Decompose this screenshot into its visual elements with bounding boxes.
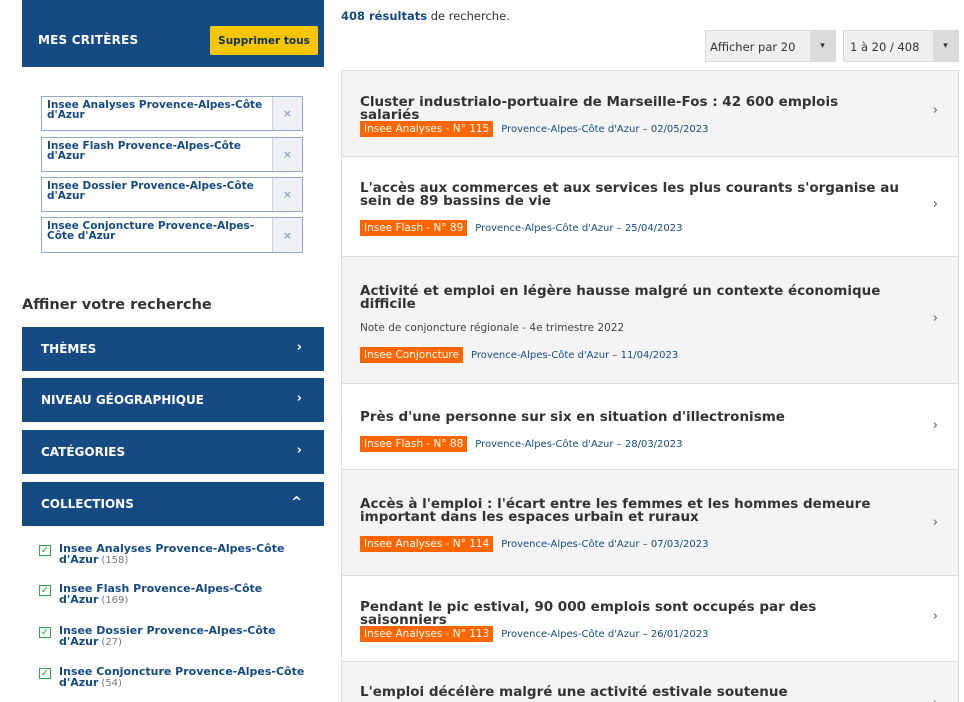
facet-label: THÈMES: [41, 342, 97, 356]
remove-criteria-icon[interactable]: ×: [272, 97, 302, 130]
result-card[interactable]: Près d'une personne sur six en situation…: [341, 383, 959, 470]
facet-categories[interactable]: CATÉGORIES ›: [22, 430, 324, 474]
collection-badge: Insee Flash - N° 88: [360, 436, 468, 452]
result-region-date: Provence-Alpes-Côte d'Azur – 28/03/2023: [475, 438, 683, 450]
result-region-date: Provence-Alpes-Côte d'Azur – 07/03/2023: [501, 538, 709, 550]
collection-badge: Insee Analyses - N° 113: [360, 626, 494, 642]
result-region-date: Provence-Alpes-Côte d'Azur – 25/04/2023: [475, 222, 683, 234]
remove-criteria-icon[interactable]: ×: [272, 178, 302, 211]
checkbox-checked-icon[interactable]: ✓: [39, 585, 51, 596]
facet-collections[interactable]: COLLECTIONS ^: [22, 482, 324, 526]
result-meta: Insee Conjoncture Provence-Alpes-Côte d'…: [360, 347, 678, 363]
page: MES CRITÈRES Supprimer tous Insee Analys…: [0, 0, 964, 702]
result-title[interactable]: Pendant le pic estival, 90 000 emplois s…: [360, 600, 900, 627]
criteria-tag-label: Insee Flash Provence-Alpes-Côte d'Azur: [47, 140, 242, 162]
clear-all-button[interactable]: Supprimer tous: [210, 26, 318, 55]
criteria-tag-label: Insee Analyses Provence-Alpes-Côte d'Azu…: [47, 99, 263, 121]
result-title[interactable]: Près d'une personne sur six en situation…: [360, 410, 900, 424]
checkbox-checked-icon[interactable]: ✓: [39, 545, 51, 556]
chevron-right-icon: ›: [296, 443, 302, 458]
result-title[interactable]: Accès à l'emploi : l'écart entre les fem…: [360, 497, 900, 524]
collection-count: (169): [101, 595, 129, 606]
result-card[interactable]: Accès à l'emploi : l'écart entre les fem…: [341, 469, 959, 576]
collection-count: (54): [101, 678, 122, 689]
criteria-title: MES CRITÈRES: [38, 33, 139, 47]
result-title[interactable]: L'accès aux commerces et aux services le…: [360, 181, 900, 208]
result-card[interactable]: Activité et emploi en légère hausse malg…: [341, 256, 959, 384]
result-title[interactable]: Activité et emploi en légère hausse malg…: [360, 284, 900, 311]
collection-label: Insee Flash Provence-Alpes-Côte d'Azur: [59, 582, 263, 606]
result-subtitle: Note de conjoncture régionale - 4e trime…: [360, 322, 625, 334]
facet-label: COLLECTIONS: [41, 497, 134, 511]
chevron-right-icon: ›: [932, 515, 938, 530]
chevron-down-icon: ▾: [810, 31, 835, 61]
collection-badge: Insee Conjoncture: [360, 347, 463, 363]
checkbox-checked-icon[interactable]: ✓: [39, 668, 51, 679]
pagination-value: 1 à 20 / 408: [850, 40, 920, 54]
criteria-header: MES CRITÈRES Supprimer tous: [22, 0, 324, 67]
per-page-value: Afficher par 20: [710, 40, 796, 54]
collection-count: (158): [101, 555, 129, 566]
results-count-suffix: de recherche.: [427, 9, 510, 23]
result-meta: Insee Analyses - N° 114 Provence-Alpes-C…: [360, 536, 708, 552]
criteria-tags: Insee Analyses Provence-Alpes-Côte d'Azu…: [22, 67, 324, 277]
result-region-date: Provence-Alpes-Côte d'Azur – 02/05/2023: [501, 123, 709, 135]
result-card[interactable]: L'accès aux commerces et aux services le…: [341, 156, 959, 257]
result-meta: Insee Flash - N° 89 Provence-Alpes-Côte …: [360, 220, 683, 236]
result-meta: Insee Analyses - N° 115 Provence-Alpes-C…: [360, 121, 708, 137]
remove-criteria-icon[interactable]: ×: [272, 218, 302, 252]
checkbox-checked-icon[interactable]: ✓: [39, 627, 51, 638]
chevron-up-icon: ^: [291, 495, 302, 510]
result-title[interactable]: Cluster industrialo-portuaire de Marseil…: [360, 95, 900, 122]
criteria-tag: Insee Analyses Provence-Alpes-Côte d'Azu…: [41, 96, 303, 131]
result-card[interactable]: Pendant le pic estival, 90 000 emplois s…: [341, 575, 959, 662]
criteria-tag-label: Insee Conjoncture Provence-Alpes-Côte d'…: [47, 220, 255, 242]
criteria-tag: Insee Flash Provence-Alpes-Côte d'Azur ×: [41, 137, 303, 172]
chevron-right-icon: ›: [932, 197, 938, 212]
chevron-right-icon: ›: [932, 103, 938, 118]
result-title[interactable]: L'emploi décélère malgré une activité es…: [360, 685, 900, 699]
collection-label: Insee Analyses Provence-Alpes-Côte d'Azu…: [59, 542, 285, 566]
refine-title: Affiner votre recherche: [22, 297, 212, 313]
result-region-date: Provence-Alpes-Côte d'Azur – 11/04/2023: [470, 349, 679, 361]
chevron-down-icon: ▾: [933, 31, 958, 61]
pagination-select[interactable]: 1 à 20 / 408 ▾: [843, 30, 959, 62]
result-meta: Insee Analyses - N° 113 Provence-Alpes-C…: [360, 626, 708, 642]
criteria-tag: Insee Dossier Provence-Alpes-Côte d'Azur…: [41, 177, 303, 212]
chevron-right-icon: ›: [933, 696, 938, 702]
result-region-date: Provence-Alpes-Côte d'Azur – 26/01/2023: [501, 628, 709, 640]
result-card[interactable]: Cluster industrialo-portuaire de Marseil…: [341, 70, 959, 157]
collection-count: (27): [101, 637, 122, 648]
results-list: Cluster industrialo-portuaire de Marseil…: [341, 70, 959, 702]
facet-geographic-level[interactable]: NIVEAU GÉOGRAPHIQUE ›: [22, 378, 324, 422]
collection-label: Insee Dossier Provence-Alpes-Côte d'Azur: [59, 624, 276, 648]
result-card[interactable]: L'emploi décélère malgré une activité es…: [341, 661, 959, 702]
chevron-right-icon: ›: [296, 391, 302, 406]
criteria-tag: Insee Conjoncture Provence-Alpes-Côte d'…: [41, 217, 303, 253]
criteria-panel: MES CRITÈRES Supprimer tous Insee Analys…: [22, 0, 324, 277]
chevron-right-icon: ›: [932, 311, 938, 326]
facet-themes[interactable]: THÈMES ›: [22, 327, 324, 371]
criteria-tag-label: Insee Dossier Provence-Alpes-Côte d'Azur: [47, 180, 254, 202]
results-count-number[interactable]: 408 résultats: [341, 9, 427, 23]
per-page-select[interactable]: Afficher par 20 ▾: [705, 30, 836, 62]
collection-badge: Insee Analyses - N° 115: [360, 121, 494, 137]
collection-badge: Insee Flash - N° 89: [360, 220, 468, 236]
results-count: 408 résultats de recherche.: [341, 9, 510, 23]
chevron-right-icon: ›: [296, 340, 302, 355]
result-meta: Insee Flash - N° 88 Provence-Alpes-Côte …: [360, 436, 683, 452]
chevron-right-icon: ›: [932, 609, 938, 624]
collections-list: ✓ Insee Analyses Provence-Alpes-Côte d'A…: [22, 526, 324, 702]
facet-label: NIVEAU GÉOGRAPHIQUE: [41, 393, 204, 407]
chevron-right-icon: ›: [932, 418, 938, 433]
remove-criteria-icon[interactable]: ×: [272, 138, 302, 171]
collection-label: Insee Conjoncture Provence-Alpes-Côte d'…: [59, 665, 305, 689]
facet-label: CATÉGORIES: [41, 445, 126, 459]
collection-badge: Insee Analyses - N° 114: [360, 536, 494, 552]
